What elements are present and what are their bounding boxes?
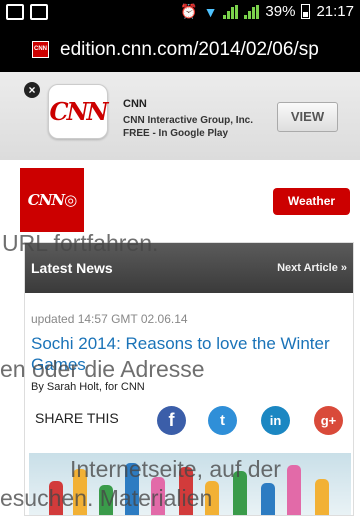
view-button[interactable]: VIEW <box>277 102 338 132</box>
article-photo <box>29 453 351 515</box>
ad-app-name: CNN <box>123 98 147 110</box>
updated-timestamp: updated 14:57 GMT 02.06.14 <box>31 312 188 326</box>
latest-news-bar: Latest News Next Article » <box>25 243 353 293</box>
byline: By Sarah Holt, for CNN <box>31 381 145 393</box>
share-label: SHARE THIS <box>35 410 119 426</box>
next-article-link[interactable]: Next Article » <box>277 262 347 274</box>
close-icon[interactable]: × <box>24 82 40 98</box>
status-bar: ⏰ ▼ 39% 21:17 <box>0 0 360 26</box>
linkedin-icon[interactable]: in <box>261 406 290 435</box>
clock: 21:17 <box>316 3 354 20</box>
ad-store-info: FREE - In Google Play <box>123 128 229 139</box>
facebook-icon[interactable]: f <box>157 406 186 435</box>
ad-company: CNN Interactive Group, Inc. <box>123 115 254 126</box>
signal-icon <box>244 4 260 19</box>
article-card: Latest News Next Article » updated 14:57… <box>24 242 354 516</box>
picture-icon <box>6 4 24 20</box>
weather-button[interactable]: Weather <box>273 188 350 215</box>
google-plus-icon[interactable]: g+ <box>314 406 343 435</box>
cnn-app-logo: CNN <box>48 84 108 139</box>
cnn-logo[interactable]: CNN◎ <box>20 168 84 232</box>
article-headline[interactable]: Sochi 2014: Reasons to love the Winter G… <box>31 333 331 375</box>
system-icons: ⏰ ▼ 39% 21:17 <box>180 3 354 20</box>
battery-percent: 39% <box>265 3 296 20</box>
gmail-icon <box>30 4 48 20</box>
notification-icons <box>6 4 48 20</box>
url-text[interactable]: edition.cnn.com/2014/02/06/sp <box>60 39 319 61</box>
url-bar[interactable]: CNN edition.cnn.com/2014/02/06/sp <box>0 26 360 72</box>
cnn-favicon-icon: CNN <box>32 41 49 58</box>
site-header: CNN◎ Weather <box>0 160 360 232</box>
wifi-icon: ▼ <box>203 3 218 20</box>
section-title: Latest News <box>31 260 113 276</box>
signal-icon <box>223 4 239 19</box>
twitter-icon[interactable]: t <box>208 406 237 435</box>
app-install-banner[interactable]: × CNN CNN CNN Interactive Group, Inc. FR… <box>0 72 360 160</box>
alarm-icon: ⏰ <box>180 3 198 19</box>
battery-icon <box>301 4 311 19</box>
